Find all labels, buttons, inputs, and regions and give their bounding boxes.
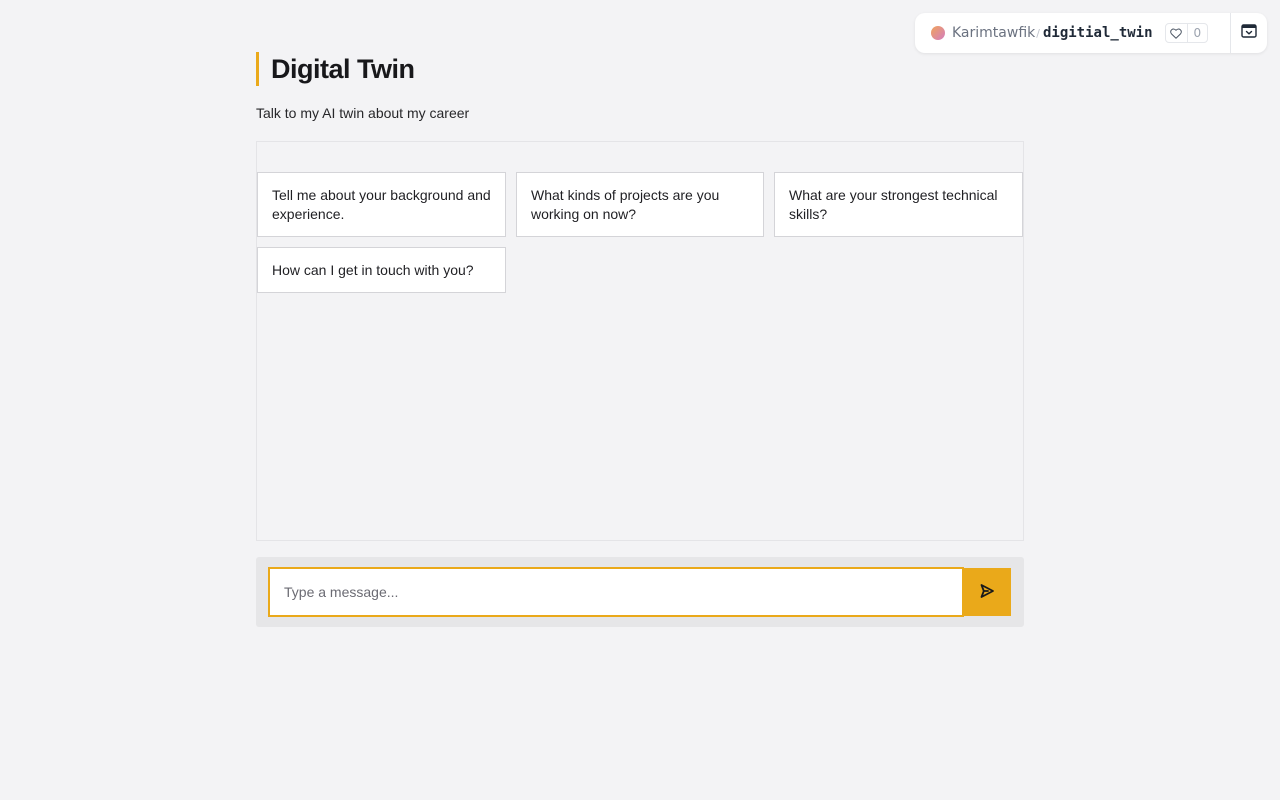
heart-icon (1166, 24, 1188, 42)
title-block: Digital Twin (256, 52, 1024, 86)
send-icon (979, 583, 995, 602)
example-prompts: Tell me about your background and experi… (257, 172, 1023, 293)
send-button[interactable] (963, 568, 1011, 616)
like-count: 0 (1193, 26, 1202, 40)
space-name-link[interactable]: digitial_twin (1043, 25, 1153, 41)
owner-link[interactable]: Karimtawfik (952, 25, 1035, 41)
space-info: Karimtawfik / digitial_twin 0 (915, 13, 1230, 53)
collapse-icon (1241, 23, 1257, 44)
example-prompt-projects[interactable]: What kinds of projects are you working o… (516, 172, 764, 237)
message-input[interactable] (268, 567, 964, 617)
like-button[interactable]: 0 (1164, 23, 1209, 43)
collapse-button[interactable] (1231, 13, 1267, 53)
app-container: Digital Twin Talk to my AI twin about my… (256, 52, 1024, 627)
example-prompt-background[interactable]: Tell me about your background and experi… (257, 172, 506, 237)
path-separator: / (1036, 26, 1040, 40)
chat-window: Tell me about your background and experi… (256, 141, 1024, 541)
message-composer (256, 557, 1024, 627)
page-subtitle: Talk to my AI twin about my career (256, 105, 470, 121)
example-prompt-contact[interactable]: How can I get in touch with you? (257, 247, 506, 293)
space-badge: Karimtawfik / digitial_twin 0 (915, 13, 1267, 53)
owner-avatar (931, 26, 945, 40)
example-prompt-skills[interactable]: What are your strongest technical skills… (774, 172, 1023, 237)
page-title: Digital Twin (271, 53, 415, 84)
